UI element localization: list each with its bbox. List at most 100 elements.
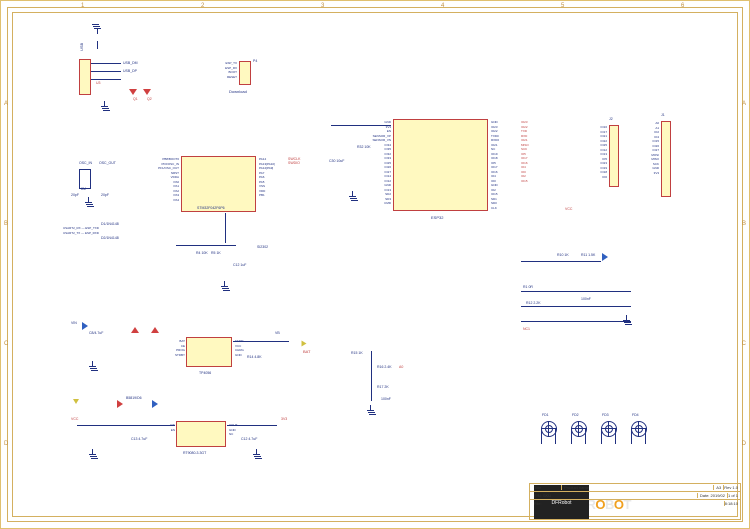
- header-ref: P4: [253, 59, 257, 63]
- grid-row: B: [4, 221, 8, 227]
- esp-left-names: GND3V3EN SENSOR_VPSENSOR_VNIO34 IO35IO32…: [359, 120, 391, 206]
- a0: A0: [399, 365, 403, 369]
- grid-row: A: [742, 101, 746, 107]
- mcu-right: PA14PA13[PA10]PA12[PA9] PA7PA6PA5 VSSVDD…: [259, 157, 275, 198]
- net: USB_DP: [123, 69, 137, 73]
- diode: B5819/D6: [126, 396, 142, 400]
- diode-icon: [152, 400, 158, 408]
- c: C30 10uF: [329, 159, 344, 163]
- bat-arrow: [302, 341, 307, 347]
- tvs-diode: [129, 89, 137, 95]
- led-icon: [602, 253, 608, 261]
- reg-part: RT9080-3.3GT: [183, 451, 206, 455]
- grid-col: 2: [201, 3, 204, 9]
- usb-connector: [79, 59, 91, 95]
- grid-row: D: [4, 441, 8, 447]
- xtal: 8M: [81, 187, 86, 191]
- grid-row: C: [4, 341, 8, 347]
- fd: FD1: [542, 413, 549, 417]
- net: R1 0R: [523, 285, 533, 289]
- header-j1: [661, 121, 671, 197]
- download-label: Download: [229, 89, 247, 94]
- esp32-label: ESP32: [431, 215, 443, 220]
- wire: [371, 351, 372, 401]
- r: R14 4.8K: [247, 355, 262, 359]
- led-icon: [131, 327, 139, 333]
- tvs-diode: [143, 89, 151, 95]
- j1-names: A0A1IO2 IO4IO15IO26 IO27MOSIMISO SCKGND3…: [635, 121, 659, 175]
- charger-part: TP4056: [199, 371, 211, 375]
- diode-icon: [82, 322, 88, 330]
- part: U3: [96, 81, 100, 85]
- schematic-page: 1 2 3 4 5 6 A B C D A B C D USB USB_DM U…: [0, 0, 750, 529]
- header-j2: [609, 125, 619, 187]
- net: USB_DM: [123, 61, 138, 65]
- fd: FD3: [602, 413, 609, 417]
- esp32-chip: [393, 119, 488, 211]
- vcc: VCC: [71, 417, 78, 421]
- wire: [331, 125, 391, 126]
- uart-tags: USART2_RX — ESP_TXD USART2_TX — ESP_RXD: [63, 226, 99, 235]
- usb-label: USB: [79, 43, 84, 51]
- wire: [225, 213, 226, 243]
- r: R32 10K: [357, 145, 371, 149]
- wire: [97, 41, 98, 49]
- c: 100nF: [381, 397, 391, 401]
- wire: [521, 321, 631, 322]
- esp-right-nets: IO23IO22 TXDRXDIO21 MISOSCK IO5IO17IO16 …: [521, 120, 529, 183]
- title-block: TitleProduct nameA3Rev 1.0 P/N: SKUDate:…: [529, 483, 741, 520]
- r: R10 1K: [557, 253, 569, 257]
- nc: NC1: [523, 327, 530, 331]
- diode: D2/1N4148: [101, 236, 119, 240]
- grid-col: 6: [681, 3, 684, 9]
- download-header: [239, 61, 251, 85]
- wire: [91, 79, 121, 80]
- fd: FD4: [632, 413, 639, 417]
- c: 100nF: [581, 297, 591, 301]
- fiducial-icon: [541, 421, 557, 437]
- r: R4 10K: [196, 251, 208, 255]
- r: R5 1K: [211, 251, 221, 255]
- r: R11 1.5K: [581, 253, 595, 257]
- grid-col: 4: [441, 3, 444, 9]
- grid-row: A: [4, 101, 8, 107]
- bat: BAT: [303, 349, 310, 354]
- led-icon: [151, 327, 159, 333]
- ref: J1: [661, 113, 665, 117]
- fiducial-icon: [571, 421, 587, 437]
- r: R12 2.2K: [526, 301, 541, 305]
- osc-in: OSC_IN: [79, 161, 92, 165]
- wire: [91, 63, 121, 64]
- wire: [521, 291, 631, 292]
- mcu-left: PB8/BOOT0PF0/OSC_INPF1/OSC_OUT NRSTVDDAP…: [147, 157, 179, 202]
- wire: [227, 425, 277, 426]
- wire: [176, 245, 236, 246]
- c: C12 1uF: [233, 263, 246, 267]
- cap: 20pF: [71, 193, 79, 197]
- reg-chip: [176, 421, 226, 447]
- ref: J2: [609, 117, 613, 121]
- grid-col: 3: [321, 3, 324, 9]
- dl-pins: ESP_TXESP_RX BOOTRESET: [219, 61, 237, 79]
- diode-icon: [117, 400, 123, 408]
- c: C13 4.7uF: [131, 437, 147, 441]
- grid-col: 1: [81, 3, 84, 9]
- grid-row: B: [742, 221, 746, 227]
- r: R15 1K: [351, 351, 363, 355]
- cap: C8/4.7uF: [89, 331, 103, 335]
- cap: 20pF: [101, 193, 109, 197]
- diode: D1/1N4148: [101, 222, 119, 226]
- grid-row: C: [742, 341, 746, 347]
- osc-out: OSC_OUT: [99, 161, 116, 165]
- fiducial-icon: [601, 421, 617, 437]
- vb: VB: [275, 331, 280, 335]
- wire: [91, 71, 121, 72]
- grid-col: 5: [561, 3, 564, 9]
- mcu-chip: [181, 156, 256, 212]
- part: Q1: [133, 97, 138, 101]
- 3v3: 3V3: [281, 417, 287, 421]
- mosfet: SI2302: [257, 245, 268, 249]
- r: R16 2.4K: [377, 365, 392, 369]
- wire: [521, 306, 631, 307]
- esp-right-names: GNDIO23IO22 TXD0RXD0IO21 NCIO19IO18 IO5I…: [491, 120, 499, 210]
